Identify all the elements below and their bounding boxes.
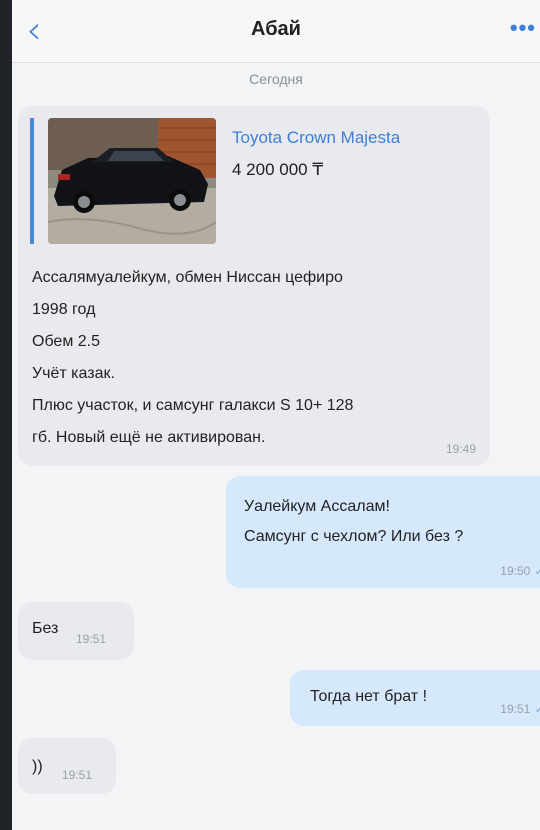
message-text: ))	[32, 758, 43, 775]
message-time: 19:49	[445, 442, 476, 456]
message-meta: 19:50 ✓	[500, 562, 540, 580]
read-check-icon: ✓	[534, 704, 540, 716]
message-line: Уалейкум Ассалам!	[244, 498, 390, 515]
message-text: Ассалямуалейкум, обмен Ниссан цефиро 199…	[32, 262, 472, 454]
message-text: Уалейкум Ассалам! Самсунг с чехлом? Или …	[244, 492, 463, 552]
incoming-message-bubble[interactable]: Toyota Crown Majesta 4 200 000 ₸ Ассалям…	[18, 106, 490, 466]
message-text: Без	[32, 620, 59, 637]
message-time: 19:51	[62, 768, 93, 782]
listing-price: 4 200 000 ₸	[232, 160, 324, 179]
car-photo[interactable]	[48, 118, 216, 244]
message-line: Самсунг с чехлом? Или без ?	[244, 528, 464, 545]
listing-title-link[interactable]: Toyota Crown Majesta	[232, 128, 400, 148]
message-line: Обем 2.5	[32, 333, 101, 350]
incoming-message-bubble[interactable]: )) 19:51	[18, 738, 116, 794]
message-meta: 19:51 ✓	[500, 700, 540, 718]
chat-screen: ‹ Абай ••• Сегодня Toyota Crown Majesta …	[12, 0, 540, 830]
date-separator: Сегодня	[249, 71, 303, 87]
message-line: гб. Новый ещё не активирован.	[32, 429, 266, 446]
listing-attachment[interactable]	[30, 118, 224, 244]
chat-header: ‹ Абай •••	[12, 0, 540, 63]
outgoing-message-bubble[interactable]: Тогда нет брат ! 19:51 ✓	[290, 670, 540, 726]
incoming-message-bubble[interactable]: Без 19:51	[18, 602, 134, 660]
read-check-icon: ✓	[534, 566, 540, 578]
message-line: Ассалямуалейкум, обмен Ниссан цефиро	[32, 269, 343, 286]
outgoing-message-bubble[interactable]: Уалейкум Ассалам! Самсунг с чехлом? Или …	[226, 476, 540, 588]
message-text: Тогда нет брат !	[310, 688, 428, 705]
message-time: 19:51	[500, 702, 531, 716]
message-time: 19:50	[500, 564, 531, 578]
message-line: Плюс участок, и самсунг галакси S 10+ 12…	[32, 397, 354, 414]
chat-title: Абай	[251, 18, 301, 40]
message-line: Учёт казак.	[32, 365, 115, 382]
message-line: 1998 год	[32, 301, 96, 318]
more-options-icon[interactable]: •••	[510, 17, 536, 39]
message-time: 19:51	[76, 632, 107, 646]
